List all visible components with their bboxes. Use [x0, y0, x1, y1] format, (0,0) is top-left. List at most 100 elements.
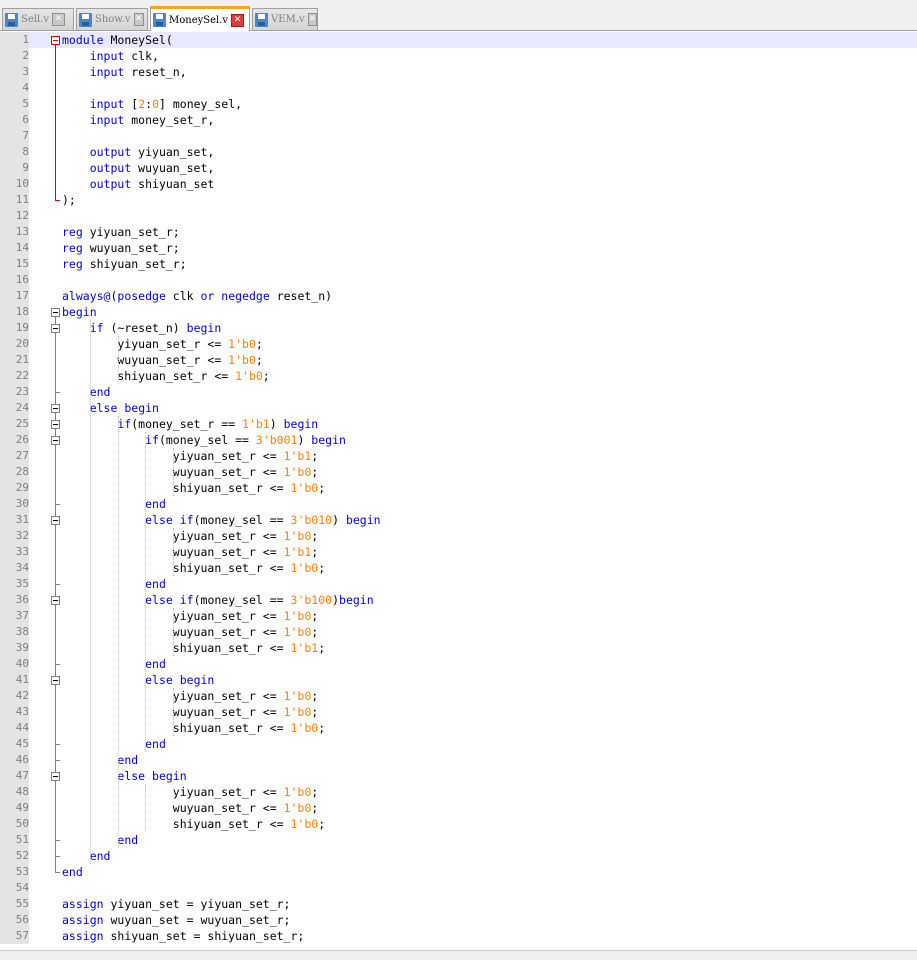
code-line[interactable]: 39 shiyuan_set_r <= 1'b1; — [0, 640, 917, 656]
code-token: [ — [124, 97, 139, 111]
code-line[interactable]: 4 — [0, 80, 917, 96]
code-line[interactable]: 37 yiyuan_set_r <= 1'b0; — [0, 608, 917, 624]
code-line[interactable]: 21 wuyuan_set_r <= 1'b0; — [0, 352, 917, 368]
code-line[interactable]: 30 end — [0, 496, 917, 512]
code-line[interactable]: 54 — [0, 880, 917, 896]
code-line[interactable]: 38 wuyuan_set_r <= 1'b0; — [0, 624, 917, 640]
code-line[interactable]: 34 shiyuan_set_r <= 1'b0; — [0, 560, 917, 576]
tab-show-v[interactable]: Show.v ✕ — [76, 8, 148, 30]
code-line[interactable]: 26 if(money_sel == 3'b001) begin — [0, 432, 917, 448]
code-token: clk, — [124, 49, 159, 63]
code-line[interactable]: 52 end — [0, 848, 917, 864]
close-icon[interactable]: ✕ — [231, 13, 245, 27]
fold-toggle-icon[interactable] — [51, 308, 60, 317]
code-line[interactable]: 55 assign yiyuan_set = yiyuan_set_r; — [0, 896, 917, 912]
tab-vem-v[interactable]: VEM.v ✕ — [252, 8, 318, 30]
code-line[interactable]: 36 else if(money_sel == 3'b100)begin — [0, 592, 917, 608]
code-line[interactable]: 56 assign wuyuan_set = wuyuan_set_r; — [0, 912, 917, 928]
code-line[interactable]: 5 input [2:0] money_sel, — [0, 96, 917, 112]
fold-toggle-icon[interactable] — [51, 436, 60, 445]
code-line[interactable]: 24 else begin — [0, 400, 917, 416]
code-token: shiyuan_set_r; — [82, 257, 187, 271]
keyword-token: begin — [339, 593, 374, 607]
code-line[interactable]: 32 yiyuan_set_r <= 1'b0; — [0, 528, 917, 544]
code-line[interactable]: 51 end — [0, 832, 917, 848]
keyword-token: posedge — [117, 289, 166, 303]
code-token: wuyuan_set_r <= — [62, 801, 284, 815]
code-line[interactable]: 22 shiyuan_set_r <= 1'b0; — [0, 368, 917, 384]
close-icon[interactable]: ✕ — [133, 13, 144, 26]
code-line[interactable]: 7 — [0, 128, 917, 144]
line-code: yiyuan_set_r <= 1'b0; — [62, 688, 318, 704]
fold-toggle-icon[interactable] — [51, 36, 60, 45]
fold-toggle-icon[interactable] — [51, 772, 60, 781]
code-line[interactable]: 13 reg yiyuan_set_r; — [0, 224, 917, 240]
fold-line — [55, 685, 56, 744]
tab-sell-v[interactable]: Sell.v ✕ — [2, 8, 74, 30]
line-number: 53 — [0, 864, 29, 880]
code-line[interactable]: 3 input reset_n, — [0, 64, 917, 80]
indent-guide — [173, 608, 174, 656]
code-line[interactable]: 46 end — [0, 752, 917, 768]
code-line[interactable]: 50 shiyuan_set_r <= 1'b0; — [0, 816, 917, 832]
line-code: wuyuan_set_r <= 1'b0; — [62, 352, 262, 368]
number-token: 1'b0 — [283, 529, 312, 543]
code-line[interactable]: 48 yiyuan_set_r <= 1'b0; — [0, 784, 917, 800]
code-line[interactable]: 41 else begin — [0, 672, 917, 688]
code-line[interactable]: 43 wuyuan_set_r <= 1'b0; — [0, 704, 917, 720]
tab-moneysel-v[interactable]: MoneySel.v ✕ — [150, 6, 250, 31]
code-line[interactable]: 28 wuyuan_set_r <= 1'b0; — [0, 464, 917, 480]
fold-toggle-icon[interactable] — [51, 596, 60, 605]
code-line[interactable]: 20 yiyuan_set_r <= 1'b0; — [0, 336, 917, 352]
keyword-token: end — [89, 385, 111, 399]
code-line[interactable]: 12 — [0, 208, 917, 224]
number-token: 3'b100 — [290, 593, 333, 607]
line-code: input clk, — [62, 48, 159, 64]
code-line[interactable]: 1 module MoneySel( — [0, 32, 917, 48]
code-line[interactable]: 44 shiyuan_set_r <= 1'b0; — [0, 720, 917, 736]
code-line[interactable]: 14 reg wuyuan_set_r; — [0, 240, 917, 256]
code-line[interactable]: 35 end — [0, 576, 917, 592]
code-editor[interactable]: 1 module MoneySel(2 input clk, 3 input res… — [0, 32, 917, 950]
horizontal-scrollbar[interactable] — [0, 950, 917, 960]
code-line[interactable]: 53 end — [0, 864, 917, 880]
code-line[interactable]: 11); — [0, 192, 917, 208]
code-line[interactable]: 40 end — [0, 656, 917, 672]
code-line[interactable]: 29 shiyuan_set_r <= 1'b0; — [0, 480, 917, 496]
fold-toggle-icon[interactable] — [51, 516, 60, 525]
code-line[interactable]: 6 input money_set_r, — [0, 112, 917, 128]
code-line[interactable]: 47 else begin — [0, 768, 917, 784]
fold-toggle-icon[interactable] — [51, 404, 60, 413]
code-line[interactable]: 27 yiyuan_set_r <= 1'b1; — [0, 448, 917, 464]
keyword-token: begin — [179, 673, 215, 687]
line-code: shiyuan_set_r <= 1'b0; — [62, 480, 325, 496]
line-number: 21 — [0, 352, 29, 368]
code-line[interactable]: 25 if(money_set_r == 1'b1) begin — [0, 416, 917, 432]
code-line[interactable]: 57 assign shiyuan_set = shiyuan_set_r; — [0, 928, 917, 944]
code-line[interactable]: 23 end — [0, 384, 917, 400]
code-line[interactable]: 16 — [0, 272, 917, 288]
close-icon[interactable]: ✕ — [307, 13, 318, 26]
fold-toggle-icon[interactable] — [51, 676, 60, 685]
code-line[interactable]: 17 always@(posedge clk or negedge reset_n… — [0, 288, 917, 304]
tab-label: VEM.v — [271, 14, 305, 25]
code-line[interactable]: 49 wuyuan_set_r <= 1'b0; — [0, 800, 917, 816]
code-line[interactable]: 45 end — [0, 736, 917, 752]
line-number: 37 — [0, 608, 29, 624]
close-icon[interactable]: ✕ — [52, 13, 65, 26]
indent-guide — [145, 784, 146, 832]
code-line[interactable]: 9 output wuyuan_set, — [0, 160, 917, 176]
code-token: shiyuan_set_r <= — [62, 721, 291, 735]
code-line[interactable]: 31 else if(money_sel == 3'b010) begin — [0, 512, 917, 528]
code-line[interactable]: 18 begin — [0, 304, 917, 320]
code-line[interactable]: 19 if (~reset_n) begin — [0, 320, 917, 336]
code-line[interactable]: 8 output yiyuan_set, — [0, 144, 917, 160]
fold-toggle-icon[interactable] — [51, 324, 60, 333]
code-line[interactable]: 2 input clk, — [0, 48, 917, 64]
code-line[interactable]: 15 reg shiyuan_set_r; — [0, 256, 917, 272]
code-line[interactable]: 10 output shiyuan_set — [0, 176, 917, 192]
code-line[interactable]: 33 wuyuan_set_r <= 1'b1; — [0, 544, 917, 560]
fold-toggle-icon[interactable] — [51, 420, 60, 429]
code-line[interactable]: 42 yiyuan_set_r <= 1'b0; — [0, 688, 917, 704]
